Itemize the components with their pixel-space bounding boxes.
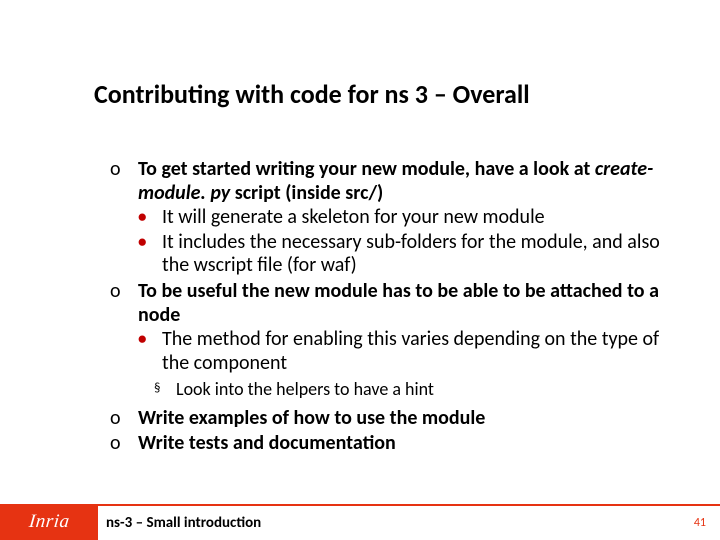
bullet-text: To get started writing your new module, … [138, 158, 670, 205]
circle-bullet-icon: o [110, 407, 138, 431]
circle-bullet-icon: o [110, 280, 138, 375]
bullet-text: Look into the helpers to have a hint [176, 379, 670, 400]
dot-bullet-icon: • [138, 231, 162, 278]
page-number: 41 [694, 516, 706, 530]
list-item: o Write tests and documentation [110, 432, 670, 456]
footer-bar: ns-3 – Small introduction [98, 504, 720, 540]
bullet-text: It includes the necessary sub-folders fo… [162, 231, 670, 278]
bullet-text: Write tests and documentation [138, 432, 670, 456]
footer: Inria ns-3 – Small introduction [0, 504, 720, 540]
list-item: o Write examples of how to use the modul… [110, 407, 670, 431]
bullet-text: Write examples of how to use the module [138, 407, 670, 431]
bullet-text: To be useful the new module has to be ab… [138, 280, 670, 327]
bullet-text: It will generate a skeleton for your new… [162, 206, 670, 230]
list-item: o To get started writing your new module… [110, 158, 670, 278]
footer-title: ns-3 – Small introduction [106, 514, 261, 532]
logo: Inria [0, 504, 98, 540]
dot-bullet-icon: • [138, 206, 162, 230]
slide-content: o To get started writing your new module… [110, 158, 670, 458]
list-item: • It includes the necessary sub-folders … [138, 231, 670, 278]
dot-bullet-icon: • [138, 328, 162, 375]
list-item: • The method for enabling this varies de… [138, 328, 670, 375]
logo-text: Inria [28, 511, 71, 533]
list-item: • It will generate a skeleton for your n… [138, 206, 670, 230]
bullet-text: The method for enabling this varies depe… [162, 328, 670, 375]
circle-bullet-icon: o [110, 432, 138, 456]
square-bullet-icon: § [154, 379, 176, 400]
slide: Contributing with code for ns 3 – Overal… [0, 0, 720, 540]
list-item: o To be useful the new module has to be … [110, 280, 670, 375]
circle-bullet-icon: o [110, 158, 138, 278]
list-item: § Look into the helpers to have a hint [154, 379, 670, 400]
slide-title: Contributing with code for ns 3 – Overal… [94, 78, 530, 110]
